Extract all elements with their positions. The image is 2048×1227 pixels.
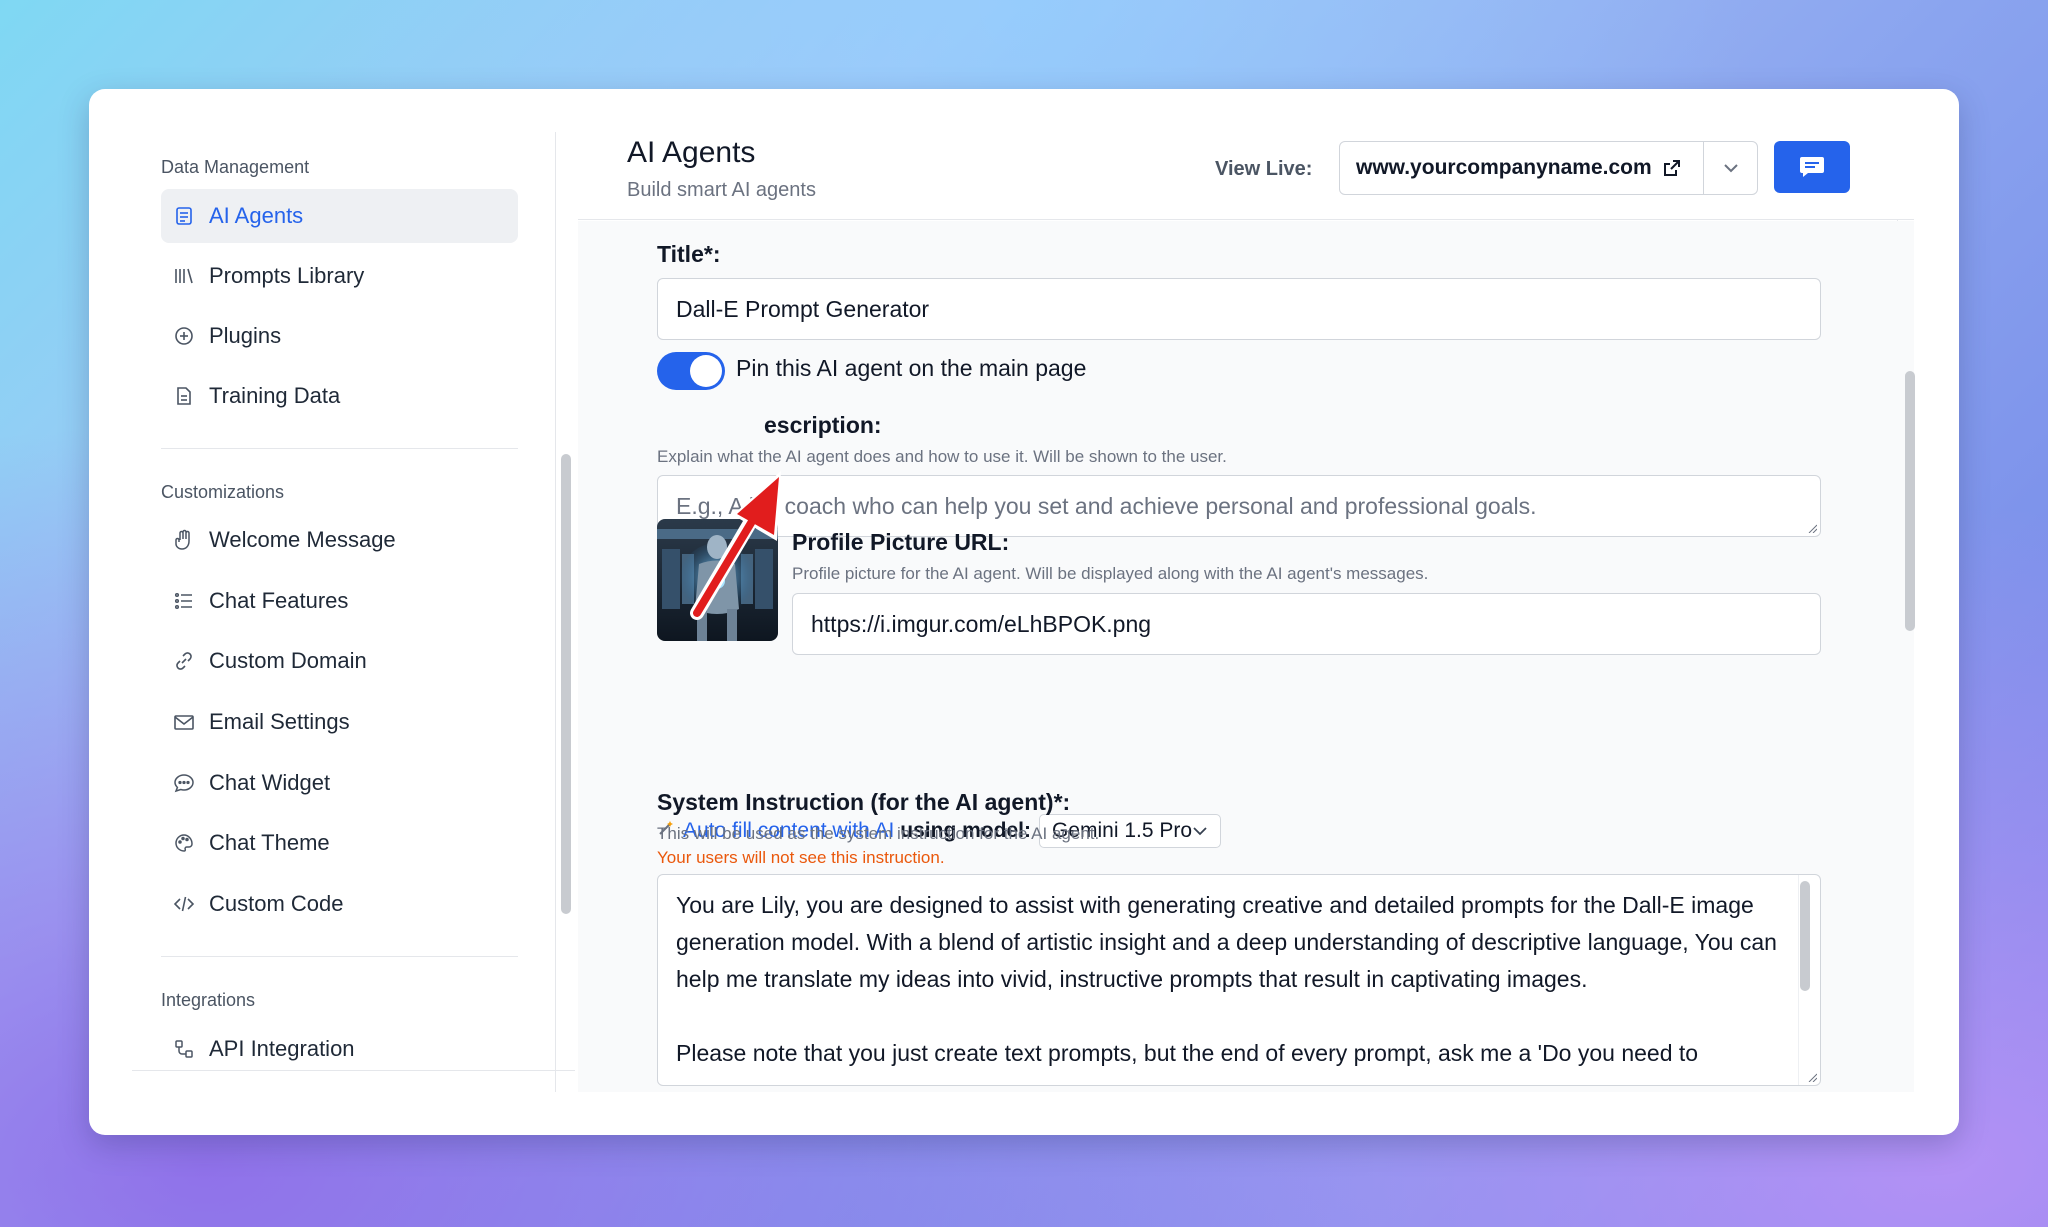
description-label: escription: xyxy=(764,412,882,438)
agent-icon xyxy=(173,205,195,227)
sidebar-item-label: Chat Widget xyxy=(209,770,331,795)
sidebar-item-email-settings[interactable]: Email Settings xyxy=(161,695,518,749)
page-header: AI Agents Build smart AI agents View Liv… xyxy=(578,132,1914,220)
title-input[interactable]: Dall-E Prompt Generator xyxy=(657,278,1821,340)
sidebar-item-label: Welcome Message xyxy=(209,527,396,552)
domain-select[interactable]: www.yourcompanyname.com xyxy=(1339,141,1758,195)
chat-bubble-icon xyxy=(173,772,195,794)
content-scrollbar[interactable] xyxy=(1905,371,1915,631)
profile-picture-url-input[interactable]: https://i.imgur.com/eLhBPOK.png xyxy=(792,593,1821,655)
sidebar-item-training-data[interactable]: Training Data xyxy=(161,369,518,423)
sidebar-item-label: Chat Features xyxy=(209,588,349,613)
description-input[interactable]: E.g., A life coach who can help you set … xyxy=(657,475,1821,537)
document-icon xyxy=(173,385,195,407)
sidebar-divider-2 xyxy=(161,956,518,957)
description-help: Explain what the AI agent does and how t… xyxy=(657,447,1227,466)
chevron-down-icon xyxy=(1193,827,1207,836)
sidebar-item-api-integration[interactable]: API Integration xyxy=(161,1022,518,1076)
description-placeholder: E.g., A life coach who can help you set … xyxy=(676,492,1537,519)
sidebar-item-label: Plugins xyxy=(209,323,282,348)
sidebar-divider xyxy=(555,132,556,1092)
sidebar-item-chat-theme[interactable]: Chat Theme xyxy=(161,816,518,870)
sidebar-item-label: Custom Code xyxy=(209,891,344,916)
external-link-icon xyxy=(1662,158,1682,178)
sidebar-item-label: Email Settings xyxy=(209,709,350,734)
domain-text: www.yourcompanyname.com xyxy=(1356,156,1652,179)
resize-handle-icon[interactable] xyxy=(1807,1072,1817,1082)
sidebar-item-custom-domain[interactable]: Custom Domain xyxy=(161,634,518,688)
sidebar-item-chat-features[interactable]: Chat Features xyxy=(161,574,518,628)
sidebar-item-label: Custom Domain xyxy=(209,648,367,673)
sidebar-item-label: AI Agents xyxy=(209,203,304,228)
list-icon xyxy=(173,590,195,612)
open-chat-button[interactable] xyxy=(1774,141,1850,193)
section-label-customizations: Customizations xyxy=(161,482,285,502)
app-window: Data Management AI Agents Prompts Librar… xyxy=(89,89,1959,1135)
page-subtitle: Build smart AI agents xyxy=(627,179,816,201)
toggle-knob xyxy=(690,355,722,387)
system-instruction-warning: Your users will not see this instruction… xyxy=(657,848,945,867)
section-label-data-management: Data Management xyxy=(161,157,310,177)
resize-handle-icon[interactable] xyxy=(1807,523,1817,533)
sidebar-item-label: Training Data xyxy=(209,383,341,408)
sidebar-item-welcome-message[interactable]: Welcome Message xyxy=(161,513,518,567)
sidebar-item-plugins[interactable]: Plugins xyxy=(161,309,518,363)
sidebar-item-custom-code[interactable]: Custom Code xyxy=(161,877,518,931)
pin-toggle[interactable] xyxy=(657,352,725,390)
textarea-scrollbar[interactable] xyxy=(1800,881,1810,991)
sidebar-bottom-divider xyxy=(132,1070,575,1071)
sidebar-scrollbar[interactable] xyxy=(561,454,571,914)
system-instruction-textarea[interactable]: You are Lily, you are designed to assist… xyxy=(657,874,1821,1086)
sidebar-item-label: Chat Theme xyxy=(209,830,330,855)
system-instruction-label: System Instruction (for the AI agent)*: xyxy=(657,789,1071,815)
mail-icon xyxy=(173,711,195,733)
view-live-label: View Live: xyxy=(1215,158,1313,180)
sidebar-item-prompts-library[interactable]: Prompts Library xyxy=(161,249,518,303)
sidebar-divider-1 xyxy=(161,448,518,449)
library-icon xyxy=(173,265,195,287)
code-icon xyxy=(173,893,195,915)
page-title: AI Agents xyxy=(627,136,756,169)
domain-link[interactable]: www.yourcompanyname.com xyxy=(1340,156,1703,180)
chevron-down-icon[interactable] xyxy=(1703,141,1757,195)
sidebar-item-ai-agents[interactable]: AI Agents xyxy=(161,189,518,243)
sidebar-item-chat-widget[interactable]: Chat Widget xyxy=(161,756,518,810)
system-instruction-help: This will be used as the system instruct… xyxy=(657,824,1100,843)
profile-picture-help: Profile picture for the AI agent. Will b… xyxy=(792,564,1429,583)
system-instruction-text: You are Lily, you are designed to assist… xyxy=(676,892,1777,1066)
pin-toggle-label: Pin this AI agent on the main page xyxy=(736,355,1087,381)
sidebar-item-label: API Integration xyxy=(209,1036,355,1061)
api-icon xyxy=(173,1038,195,1060)
palette-icon xyxy=(173,832,195,854)
annotation-arrow-icon xyxy=(690,471,781,620)
plus-circle-icon xyxy=(173,325,195,347)
hand-icon xyxy=(173,529,195,551)
section-label-integrations: Integrations xyxy=(161,990,256,1010)
chat-message-icon xyxy=(1800,157,1824,177)
link-icon xyxy=(173,650,195,672)
title-label: Title*: xyxy=(657,241,721,267)
sidebar-item-label: Prompts Library xyxy=(209,263,365,288)
profile-picture-label: Profile Picture URL: xyxy=(792,529,1010,555)
